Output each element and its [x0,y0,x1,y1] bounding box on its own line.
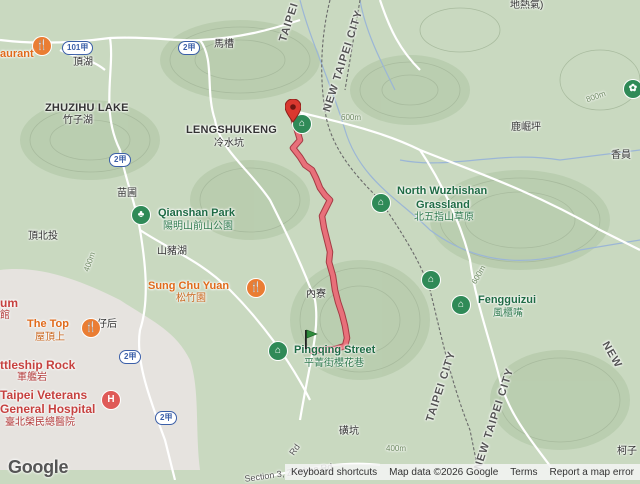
label-dinghu: 頂湖 [73,57,93,68]
contour-label-1: 600m [341,113,362,122]
restaurant-thetop-icon[interactable]: 🍴 [82,319,100,337]
map-footer: Google Keyboard shortcuts Map data ©2026… [0,457,640,480]
route-layer [289,113,351,355]
road-shield-2a-top: 2甲 [178,41,201,55]
route-start-flag-icon[interactable] [303,328,319,350]
road-shield-2-left: 2甲 [109,153,132,167]
label-restaurant-partial: aurant [0,48,34,60]
label-thetop-zh: 屋頂上 [35,332,65,343]
park-edge-icon[interactable]: ✿ [624,80,640,98]
keyboard-shortcuts-link[interactable]: Keyboard shortcuts [285,467,383,478]
label-lengshuikeng-zh: 冷水坑 [214,138,244,149]
label-dire-qi: 地熱氣) [510,0,544,11]
route-end-pin-icon[interactable] [285,99,301,123]
hospital-icon[interactable]: H [102,391,120,409]
restaurant-icon[interactable]: 🍴 [33,37,51,55]
label-wuzhishan-en1: North Wuzhishan [397,185,488,197]
label-jijingkeng: 磺坑 [339,426,359,437]
park-fengguizui-icon[interactable]: ⌂ [452,296,470,314]
label-neiliao: 內寮 [306,289,326,300]
label-battleship-zh: 軍艦岩 [17,372,47,383]
park-trail-icon[interactable]: ⌂ [422,271,440,289]
park-wuzhishan-icon[interactable]: ⌂ [372,194,390,212]
road-shield-2-bottom: 2甲 [155,411,178,425]
label-um-partial: um [0,296,18,310]
label-thetop-en: The Top [27,318,69,330]
park-pingqing-icon[interactable]: ⌂ [269,342,287,360]
label-lengshuikeng-en: LENGSHUIKENG [186,124,278,136]
label-fengguizui-en: Fengguizui [478,294,537,306]
label-hospital-zh: 臺北榮民總醫院 [5,417,75,428]
label-zhuzihu-en: ZHUZIHU LAKE [45,102,129,114]
label-wuzhishan-zh: 北五指山草原 [414,212,474,223]
label-zhuzihu-zh: 竹子湖 [63,115,93,126]
label-macao: 馬槽 [214,39,234,50]
label-kezi: 柯子 [617,446,637,457]
label-pingqing-zh: 平菁街櫻花巷 [304,358,364,369]
label-zhi-partial: 館 [0,310,10,321]
label-shanzhuhu: 山豬湖 [157,246,187,257]
label-hospital-en1: Taipei Veterans [0,388,88,402]
park-qianshan-icon[interactable]: ♣ [132,206,150,224]
report-error-link[interactable]: Report a map error [544,467,640,478]
label-fengguizui-zh: 風櫃嘴 [493,308,523,319]
hiking-route[interactable] [290,114,350,354]
google-logo: Google [8,457,69,477]
restaurant-songchu-icon[interactable]: 🍴 [247,279,265,297]
contour-label-5: 400m [386,444,407,453]
road-shield-2-mid: 2甲 [119,350,142,364]
road-shield-101: 101甲 [62,41,94,55]
label-lujueping: 鹿崛坪 [511,122,541,133]
label-hospital-en2: General Hospital [0,402,96,416]
attribution-bar: Keyboard shortcuts Map data ©2026 Google… [284,464,640,480]
label-miaopu: 苗圃 [117,188,137,199]
label-songchu-en: Sung Chu Yuan [148,280,230,292]
label-qianshan-zh: 陽明山前山公園 [163,221,233,232]
label-qianshan-en: Qianshan Park [158,207,236,219]
label-battleship-en: ttleship Rock [0,358,76,372]
label-dingbeitou: 頂北投 [28,231,58,242]
label-songchu-zh: 松竹園 [176,293,206,304]
label-wuzhishan-en2: Grassland [416,199,470,211]
map-data-text: Map data ©2026 Google [389,466,499,478]
terms-link[interactable]: Terms [504,467,543,478]
label-xiangcao: 香員 [611,150,631,161]
route-casing [289,113,351,355]
